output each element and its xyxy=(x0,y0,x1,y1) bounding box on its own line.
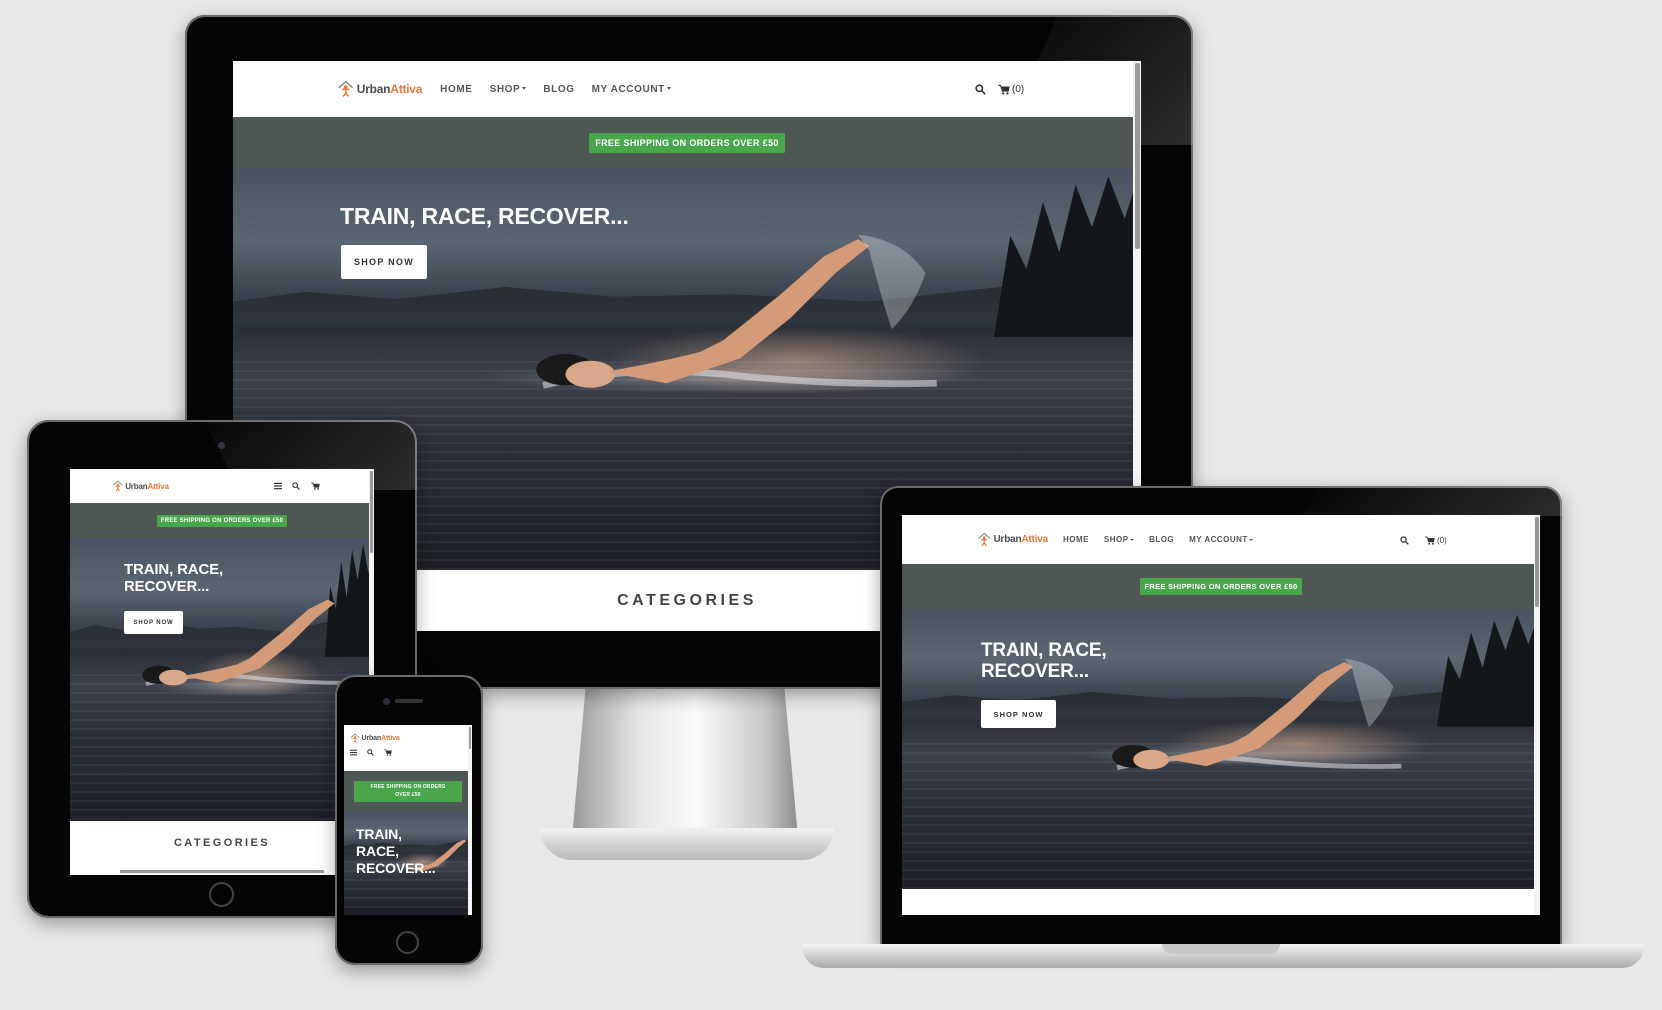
nav-shop[interactable]: SHOP xyxy=(490,84,527,95)
phone-navbar: UrbanAttiva xyxy=(344,725,472,771)
phone-hero: TRAIN, RACE, RECOVER... xyxy=(344,812,472,915)
monitor-base xyxy=(540,828,834,860)
caret-down-icon xyxy=(1249,538,1254,541)
cart-icon[interactable] xyxy=(310,481,320,491)
logo-text-attiva: Attiva xyxy=(147,481,169,491)
navbar: UrbanAttiva HOME SHOP BLOG MY ACCOUNT (0… xyxy=(233,61,1141,117)
laptop-screen: UrbanAttiva HOME SHOP BLOG MY ACCOUNT (0… xyxy=(902,515,1540,915)
promo-line1: FREE SHIPPING ON ORDERS xyxy=(370,784,446,790)
laptop-promo-bar: FREE SHIPPING ON ORDERS OVER £50 xyxy=(902,564,1540,609)
search-icon[interactable] xyxy=(367,749,374,756)
cart-button[interactable]: (0) xyxy=(1425,534,1447,546)
cart-icon xyxy=(998,84,1010,94)
logo[interactable]: UrbanAttiva xyxy=(337,80,423,98)
promo-pill: FREE SHIPPING ON ORDERS OVER £50 xyxy=(354,781,462,802)
categories-heading: CATEGORIES xyxy=(70,821,374,875)
logo-text-urban: Urban xyxy=(125,481,148,491)
phone-speaker xyxy=(395,699,423,703)
promo-pill: FREE SHIPPING ON ORDERS OVER £50 xyxy=(589,132,785,153)
swimmer-image xyxy=(1112,658,1402,771)
tablet-hero: TRAIN, RACE, RECOVER... SHOP NOW xyxy=(70,538,374,821)
caret-down-icon xyxy=(666,87,671,91)
laptop-navbar: UrbanAttiva HOME SHOP BLOG MY ACCOUNT (0… xyxy=(902,515,1540,564)
hero-title: TRAIN, RACE, RECOVER... xyxy=(356,826,436,876)
promo-pill: FREE SHIPPING ON ORDERS OVER £50 xyxy=(1139,578,1303,595)
phone-logo[interactable]: UrbanAttiva xyxy=(350,733,400,743)
hero-title-line2: RECOVER... xyxy=(981,661,1089,683)
nav-home[interactable]: HOME xyxy=(1063,535,1089,544)
nav-shop-label: SHOP xyxy=(489,83,521,95)
hero-title-line1: TRAIN, xyxy=(356,826,402,842)
tablet-logo[interactable]: UrbanAttiva xyxy=(112,480,169,492)
swimmer-image xyxy=(536,234,937,389)
laptop-notch xyxy=(1162,944,1280,954)
promo-line2: OVER £50 xyxy=(395,791,421,798)
logo-text-urban: Urban xyxy=(361,734,382,742)
nav-home[interactable]: HOME xyxy=(440,84,472,95)
phone-promo-bar: FREE SHIPPING ON ORDERS OVER £50 xyxy=(344,771,472,812)
hero-title-line2: RECOVER... xyxy=(124,577,210,595)
logo-text-attiva: Attiva xyxy=(1021,534,1048,545)
hero-title-line1: TRAIN, RACE, xyxy=(124,561,224,578)
swimmer-image xyxy=(142,599,374,686)
logo-icon xyxy=(350,733,360,743)
scrollbar-thumb[interactable] xyxy=(370,471,373,553)
shop-now-button[interactable]: SHOP NOW xyxy=(981,700,1056,728)
hamburger-icon[interactable] xyxy=(273,481,283,491)
nav-shop-label: SHOP xyxy=(1103,535,1129,544)
nav-account[interactable]: MY ACCOUNT xyxy=(1189,535,1254,544)
tablet-navbar: UrbanAttiva xyxy=(70,469,374,503)
scrollbar-thumb[interactable] xyxy=(1135,63,1140,249)
search-icon[interactable] xyxy=(973,82,987,96)
promo-bar: FREE SHIPPING ON ORDERS OVER £50 xyxy=(233,117,1141,168)
tablet-camera xyxy=(218,442,225,449)
tablet-screen: UrbanAttiva FREE SHIPPING ON ORDERS OVER… xyxy=(70,469,374,875)
phone-screen: UrbanAttiva FREE SHIPPING ON ORDERS OVER… xyxy=(344,725,472,915)
cart-count: (0) xyxy=(1012,83,1025,95)
hero-title: TRAIN, RACE, RECOVER... xyxy=(124,561,224,596)
hamburger-icon[interactable] xyxy=(350,749,357,756)
caret-down-icon xyxy=(1130,538,1135,541)
hero-title-line1: TRAIN, RACE, xyxy=(981,640,1107,661)
nav-account-label: MY ACCOUNT xyxy=(591,83,665,95)
nav-account[interactable]: MY ACCOUNT xyxy=(592,84,671,95)
logo-text-attiva: Attiva xyxy=(381,734,400,742)
shop-now-button[interactable]: SHOP NOW xyxy=(341,245,427,279)
hero-title: TRAIN, RACE, RECOVER... xyxy=(981,640,1107,683)
caret-down-icon xyxy=(522,87,527,91)
nav-blog[interactable]: BLOG xyxy=(543,84,574,95)
scrollbar-thumb[interactable] xyxy=(1535,517,1539,607)
logo-text-attiva: Attiva xyxy=(390,81,423,96)
scrollbar-thumb[interactable] xyxy=(469,727,471,749)
categories-label: CATEGORIES xyxy=(617,591,757,609)
cart-icon xyxy=(1425,536,1435,545)
phone-home-button[interactable] xyxy=(396,931,419,954)
hero-title-line3: RECOVER... xyxy=(356,859,436,876)
laptop-logo[interactable]: UrbanAttiva xyxy=(977,532,1048,547)
nav-blog[interactable]: BLOG xyxy=(1149,535,1174,544)
shop-now-button[interactable]: SHOP NOW xyxy=(124,611,183,634)
cart-count: (0) xyxy=(1437,535,1447,545)
categories-label: CATEGORIES xyxy=(173,837,271,849)
logo-icon xyxy=(338,81,354,98)
logo-text-urban: Urban xyxy=(356,81,391,96)
hero-title-line2: RACE, xyxy=(356,842,399,859)
logo-text-urban: Urban xyxy=(993,534,1022,545)
laptop-hero: TRAIN, RACE, RECOVER... SHOP NOW xyxy=(902,609,1540,889)
search-icon[interactable] xyxy=(291,481,301,491)
search-icon[interactable] xyxy=(1398,534,1410,546)
nav-account-label: MY ACCOUNT xyxy=(1189,535,1248,544)
cart-button[interactable]: (0) xyxy=(998,82,1024,96)
nav-shop[interactable]: SHOP xyxy=(1103,535,1135,544)
cart-icon[interactable] xyxy=(384,749,392,756)
monitor-stand xyxy=(572,688,798,838)
promo-pill: FREE SHIPPING ON ORDERS OVER £50 xyxy=(156,514,288,527)
tablet-promo-bar: FREE SHIPPING ON ORDERS OVER £50 xyxy=(70,503,374,538)
hero-title: TRAIN, RACE, RECOVER... xyxy=(340,203,629,229)
tablet-home-button[interactable] xyxy=(209,882,234,907)
logo-icon xyxy=(112,480,123,492)
logo-icon xyxy=(978,532,991,547)
